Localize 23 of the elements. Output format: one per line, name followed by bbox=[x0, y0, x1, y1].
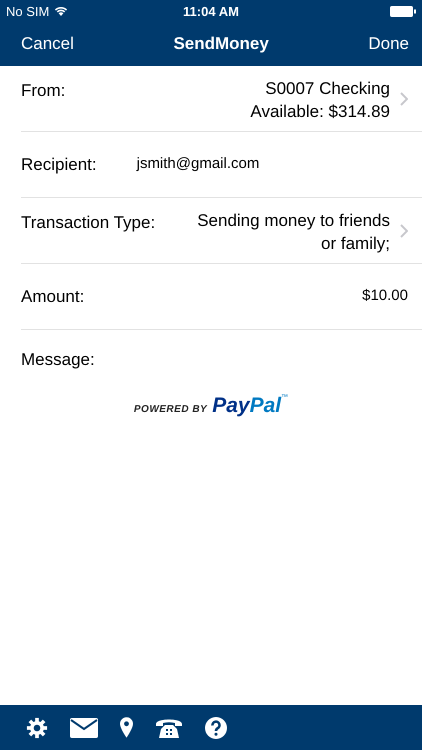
telephone-icon[interactable] bbox=[155, 716, 183, 738]
location-pin-icon[interactable] bbox=[120, 717, 133, 738]
chevron-icon bbox=[400, 92, 408, 106]
carrier-text: No SIM bbox=[6, 4, 50, 18]
cancel-button[interactable]: Cancel bbox=[6, 30, 89, 58]
picker-value[interactable]: Sending money to friends or family; bbox=[197, 210, 390, 256]
field-label: Transaction Type: bbox=[21, 212, 156, 233]
battery-icon bbox=[390, 6, 416, 16]
picker-value[interactable]: S0007 Checking Available: $314.89 bbox=[250, 78, 390, 124]
field-label: Message: bbox=[21, 350, 95, 370]
field-label: Amount: bbox=[21, 286, 84, 306]
done-button[interactable]: Done bbox=[353, 30, 409, 58]
chevron-icon bbox=[400, 224, 408, 238]
help-icon[interactable] bbox=[205, 716, 227, 738]
screen-title: SendMoney bbox=[173, 34, 269, 54]
envelope-icon[interactable] bbox=[70, 718, 98, 738]
field-label: From: bbox=[21, 80, 66, 101]
field-value[interactable]: jsmith@gmail.com bbox=[136, 154, 260, 175]
status-time: 11:04 AM bbox=[183, 4, 239, 18]
settings-icon[interactable] bbox=[26, 716, 48, 738]
field-label: Recipient: bbox=[21, 154, 97, 174]
field-value: $10.00 bbox=[362, 286, 408, 306]
wifi-icon bbox=[54, 6, 68, 16]
